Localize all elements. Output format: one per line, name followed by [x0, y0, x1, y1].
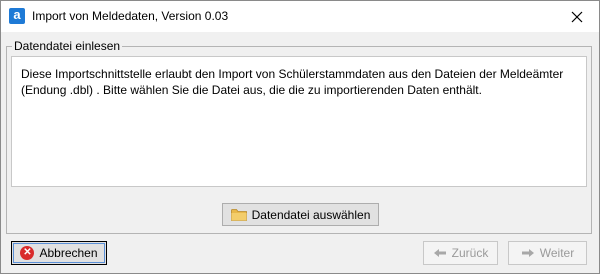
- back-button[interactable]: Zurück: [423, 241, 498, 265]
- close-button[interactable]: [555, 1, 599, 32]
- select-file-button[interactable]: Datendatei auswählen: [222, 203, 379, 226]
- window-title: Import von Meldedaten, Version 0.03: [32, 9, 229, 23]
- title-bar[interactable]: a Import von Meldedaten, Version 0.03: [1, 1, 599, 32]
- folder-icon: [230, 209, 247, 221]
- select-file-label: Datendatei auswählen: [251, 207, 371, 222]
- import-dialog-window: a Import von Meldedaten, Version 0.03 Da…: [0, 0, 600, 274]
- back-label: Zurück: [451, 246, 489, 260]
- next-button[interactable]: Weiter: [508, 241, 587, 265]
- description-text: Diese Importschnittstelle erlaubt den Im…: [21, 67, 564, 97]
- arrow-left-icon: [433, 249, 446, 257]
- description-panel: Diese Importschnittstelle erlaubt den Im…: [11, 56, 587, 187]
- app-logo-icon: a: [9, 7, 25, 24]
- cancel-label: Abbrechen: [39, 246, 98, 260]
- next-label: Weiter: [539, 246, 575, 260]
- cancel-button[interactable]: ✕ Abbrechen: [11, 241, 107, 265]
- cancel-x-icon: ✕: [20, 246, 35, 260]
- app-logo-letter: a: [13, 7, 21, 22]
- group-box-legend: Datendatei einlesen: [12, 39, 123, 53]
- close-icon: [571, 11, 583, 22]
- arrow-right-icon: [521, 249, 534, 257]
